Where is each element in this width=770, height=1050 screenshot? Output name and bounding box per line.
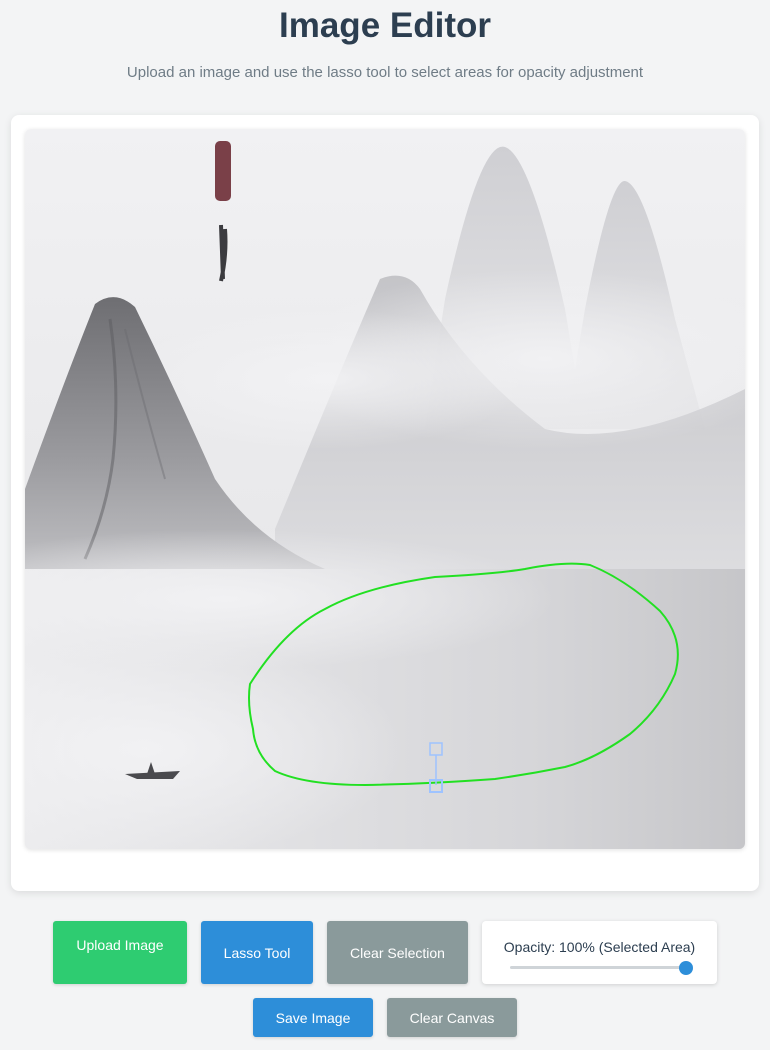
clear-selection-button[interactable]: Clear Selection (327, 921, 468, 984)
upload-image-button[interactable]: Upload Image (53, 921, 187, 984)
save-image-button[interactable]: Save Image (253, 998, 373, 1037)
image-canvas[interactable] (25, 129, 745, 849)
opacity-slider[interactable] (510, 966, 686, 969)
page-subtitle: Upload an image and use the lasso tool t… (126, 64, 644, 81)
editor-card (11, 115, 759, 891)
lasso-tool-button[interactable]: Lasso Tool (201, 921, 313, 984)
opacity-slider-thumb[interactable] (679, 961, 693, 975)
opacity-control: Opacity: 100% (Selected Area) (482, 921, 717, 984)
upload-image-label: Upload Image (76, 937, 164, 953)
clear-canvas-button[interactable]: Clear Canvas (387, 998, 517, 1037)
canvas-image (25, 129, 745, 849)
page-title: Image Editor (279, 6, 491, 45)
opacity-label: Opacity: 100% (Selected Area) (503, 939, 696, 955)
